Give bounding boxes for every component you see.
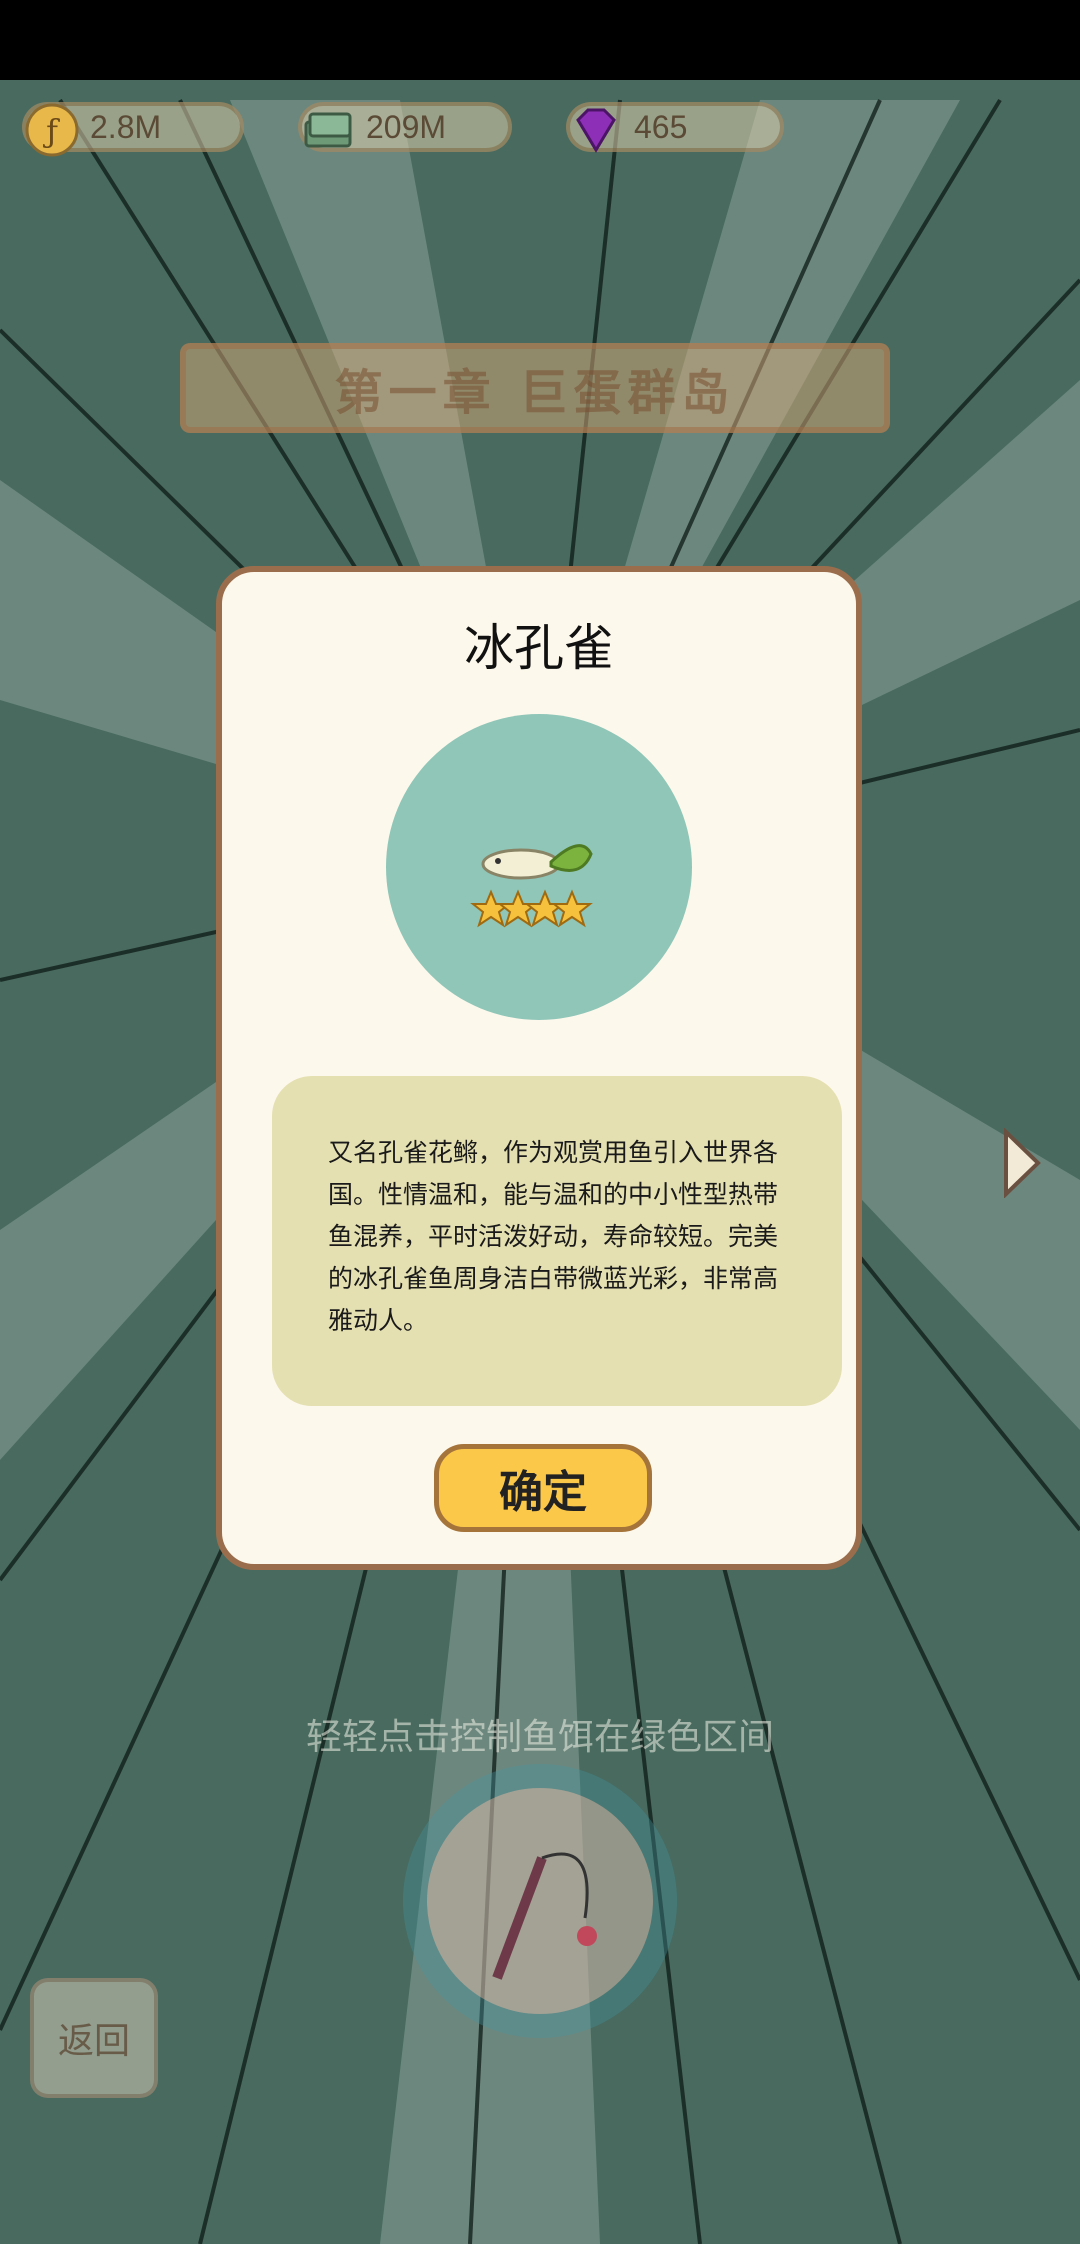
hint-text: 轻轻点击控制鱼饵在绿色区间 <box>305 1717 774 1758</box>
cash-value: 209M <box>366 108 447 145</box>
chapter-banner: 第一章 巨蛋群岛 <box>180 343 890 433</box>
cash-stack-icon <box>304 112 352 148</box>
gem-icon <box>576 108 616 153</box>
gem-counter: 465 <box>566 102 784 153</box>
back-button[interactable]: 返回 <box>30 1978 158 2098</box>
description-box: 又名孔雀花鳉，作为观赏用鱼引入世界各国。性情温和，能与温和的中小性型热带鱼混养，… <box>272 1076 842 1406</box>
coin-counter: ƒ 2.8M <box>22 102 244 157</box>
rarity-stars <box>470 889 593 928</box>
fishing-rod-icon <box>492 1852 597 1980</box>
fish-name: 冰孔雀 <box>464 619 614 677</box>
coin-value: 2.8M <box>90 108 162 145</box>
confirm-button[interactable]: 确定 <box>434 1444 652 1532</box>
cast-rod-button[interactable] <box>427 1788 653 2014</box>
chevron-right-icon[interactable] <box>1002 1128 1042 1198</box>
coin-icon: ƒ <box>25 103 79 157</box>
fish-info-dialog: 冰孔雀 又名孔雀花鳉，作为观赏用鱼引入世界各国。性情温和，能与温和的中小性型热带… <box>216 566 862 1570</box>
status-bar <box>0 0 1080 80</box>
cash-counter: 209M <box>298 102 512 152</box>
gem-value: 465 <box>634 108 688 145</box>
fish-portrait <box>386 714 692 1020</box>
fish-description: 又名孔雀花鳉，作为观赏用鱼引入世界各国。性情温和，能与温和的中小性型热带鱼混养，… <box>328 1138 779 1335</box>
